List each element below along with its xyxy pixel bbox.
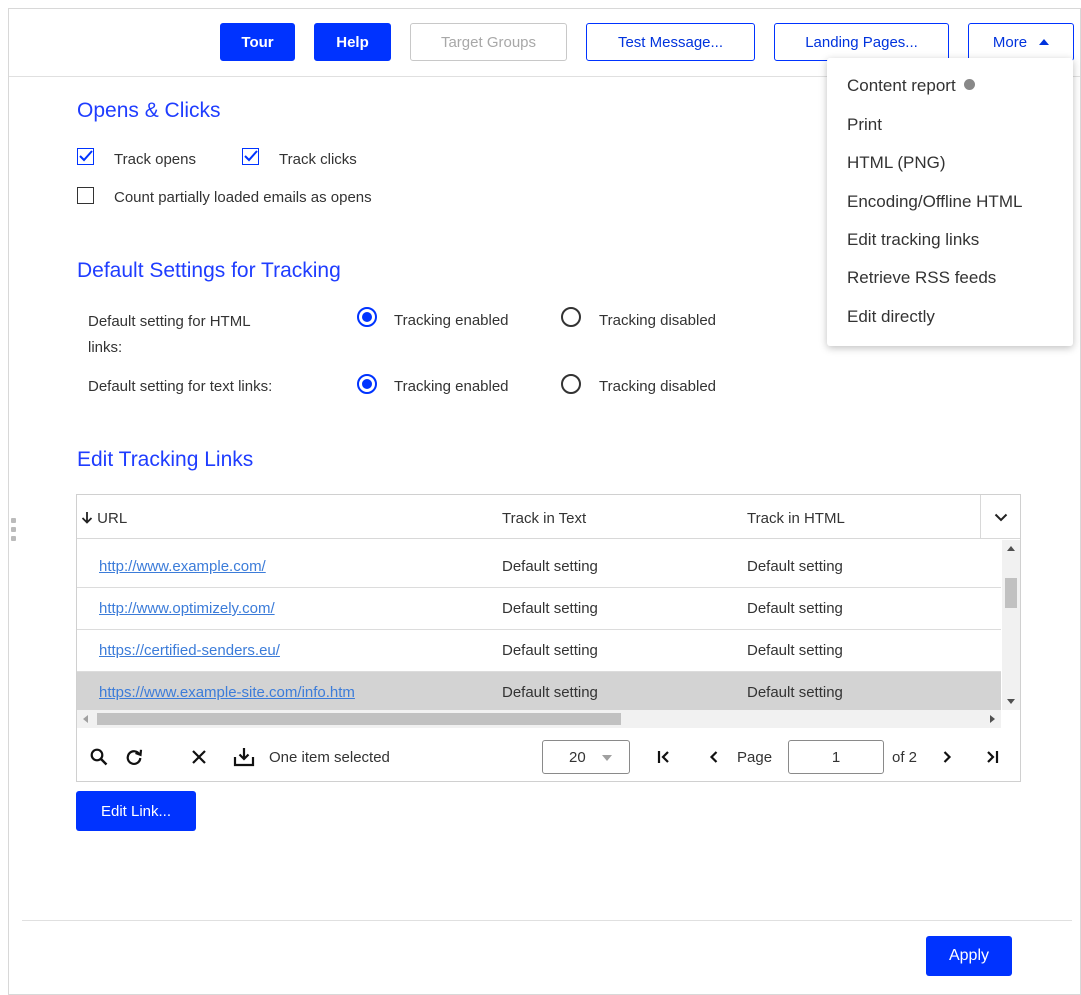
menu-item-print[interactable]: Print [847, 115, 882, 135]
url-link[interactable]: https://certified-senders.eu/ [99, 642, 280, 659]
track-html-cell: Default setting [747, 684, 843, 701]
landing-pages-button[interactable]: Landing Pages... [774, 23, 949, 61]
url-link[interactable]: http://www.example.com/ [99, 558, 266, 575]
scroll-right-icon[interactable] [990, 715, 995, 723]
resize-handle[interactable] [11, 518, 16, 548]
text-tracking-enabled-radio[interactable] [357, 374, 377, 394]
last-page-icon[interactable] [980, 745, 1004, 769]
track-text-cell: Default setting [502, 600, 598, 617]
menu-item-label: Content report [847, 76, 956, 95]
table-row[interactable]: http://www.optimizely.com/ Default setti… [77, 588, 1001, 630]
menu-item-edit-directly[interactable]: Edit directly [847, 307, 935, 327]
next-page-icon[interactable] [935, 745, 959, 769]
html-links-label: Default setting for HTML [88, 313, 251, 330]
track-html-cell: Default setting [747, 558, 843, 575]
html-tracking-disabled-label: Tracking disabled [599, 312, 717, 329]
url-link[interactable]: https://www.example-site.com/info.htm [99, 684, 355, 701]
prev-page-icon[interactable] [702, 745, 726, 769]
help-button[interactable]: Help [314, 23, 391, 61]
menu-item-edit-tracking-links[interactable]: Edit tracking links [847, 230, 979, 250]
horizontal-scroll-thumb[interactable] [97, 713, 621, 725]
count-partial-label: Count partially loaded emails as opens [114, 189, 372, 206]
selection-status: One item selected [269, 749, 390, 766]
refresh-icon[interactable] [122, 745, 146, 769]
edit-tracking-links-title: Edit Tracking Links [77, 448, 254, 471]
html-links-label-cont: links: [88, 339, 123, 356]
track-clicks-label: Track clicks [279, 151, 357, 168]
chevron-down-icon [602, 755, 612, 761]
scroll-down-icon[interactable] [1007, 699, 1015, 704]
tracking-links-grid: URL Track in Text Track in HTML http://w… [76, 494, 1021, 782]
menu-item-encoding-offline-html[interactable]: Encoding/Offline HTML [847, 192, 1022, 212]
page-count-label: of 2 [892, 749, 918, 766]
html-tracking-enabled-label: Tracking enabled [394, 312, 509, 329]
column-track-text[interactable]: Track in Text [502, 510, 586, 527]
scroll-left-icon[interactable] [83, 715, 88, 723]
footer-divider [22, 920, 1072, 921]
html-tracking-enabled-radio[interactable] [357, 307, 377, 327]
checkmark-icon [244, 150, 258, 162]
grid-header: URL Track in Text Track in HTML [77, 495, 1020, 539]
opens-clicks-title: Opens & Clicks [77, 99, 221, 122]
text-tracking-enabled-label: Tracking enabled [394, 378, 509, 395]
page-size-select[interactable]: 20 [542, 740, 630, 774]
table-row-selected[interactable]: https://www.example-site.com/info.htm De… [77, 672, 1001, 710]
search-icon[interactable] [87, 745, 111, 769]
menu-item-html-png[interactable]: HTML (PNG) [847, 153, 946, 173]
status-dot-icon [963, 79, 975, 90]
grid-body: http://www.example.com/ Default setting … [77, 540, 1001, 710]
test-message-button[interactable]: Test Message... [586, 23, 755, 61]
column-url[interactable]: URL [81, 510, 127, 527]
track-clicks-checkbox[interactable] [242, 148, 259, 165]
track-opens-checkbox[interactable] [77, 148, 94, 165]
target-groups-button[interactable]: Target Groups [410, 23, 567, 61]
vertical-scroll-thumb[interactable] [1005, 578, 1017, 608]
table-row[interactable]: https://certified-senders.eu/ Default se… [77, 630, 1001, 672]
menu-item-retrieve-rss-feeds[interactable]: Retrieve RSS feeds [847, 268, 996, 288]
grid-footer: One item selected 20 Page 1 of 2 [77, 735, 1020, 781]
column-url-label: URL [97, 510, 128, 527]
download-icon[interactable] [232, 745, 256, 769]
track-opens-label: Track opens [114, 151, 196, 168]
track-text-cell: Default setting [502, 684, 598, 701]
horizontal-scrollbar[interactable] [77, 710, 1001, 728]
more-label: More [992, 33, 1028, 51]
edit-link-button[interactable]: Edit Link... [76, 791, 196, 831]
column-track-html[interactable]: Track in HTML [747, 510, 845, 527]
first-page-icon[interactable] [652, 745, 676, 769]
column-chooser-button[interactable] [980, 495, 1020, 539]
vertical-scrollbar[interactable] [1002, 540, 1020, 710]
more-button[interactable]: More [968, 23, 1074, 61]
count-partial-checkbox[interactable] [77, 187, 94, 204]
more-dropdown-menu: Content report Print HTML (PNG) Encoding… [827, 58, 1073, 346]
track-html-cell: Default setting [747, 642, 843, 659]
track-text-cell: Default setting [502, 558, 598, 575]
html-tracking-disabled-radio[interactable] [561, 307, 581, 327]
text-tracking-disabled-radio[interactable] [561, 374, 581, 394]
default-settings-title: Default Settings for Tracking [77, 259, 341, 282]
checkmark-icon [79, 150, 93, 162]
tour-button[interactable]: Tour [220, 23, 295, 61]
text-links-label: Default setting for text links: [88, 378, 273, 395]
page-number-input[interactable]: 1 [788, 740, 884, 774]
track-html-cell: Default setting [747, 600, 843, 617]
page-label: Page [737, 749, 773, 766]
page-size-value: 20 [569, 749, 586, 766]
caret-up-icon [1039, 39, 1050, 45]
track-text-cell: Default setting [502, 642, 598, 659]
arrow-down-icon [81, 512, 93, 524]
apply-button[interactable]: Apply [926, 936, 1012, 976]
scroll-up-icon[interactable] [1007, 546, 1015, 551]
table-row[interactable]: http://www.example.com/ Default setting … [77, 546, 1001, 588]
menu-item-content-report[interactable]: Content report [847, 76, 975, 96]
close-icon[interactable] [187, 745, 211, 769]
chevron-down-icon [994, 513, 1007, 521]
text-tracking-disabled-label: Tracking disabled [599, 378, 717, 395]
url-link[interactable]: http://www.optimizely.com/ [99, 600, 275, 617]
